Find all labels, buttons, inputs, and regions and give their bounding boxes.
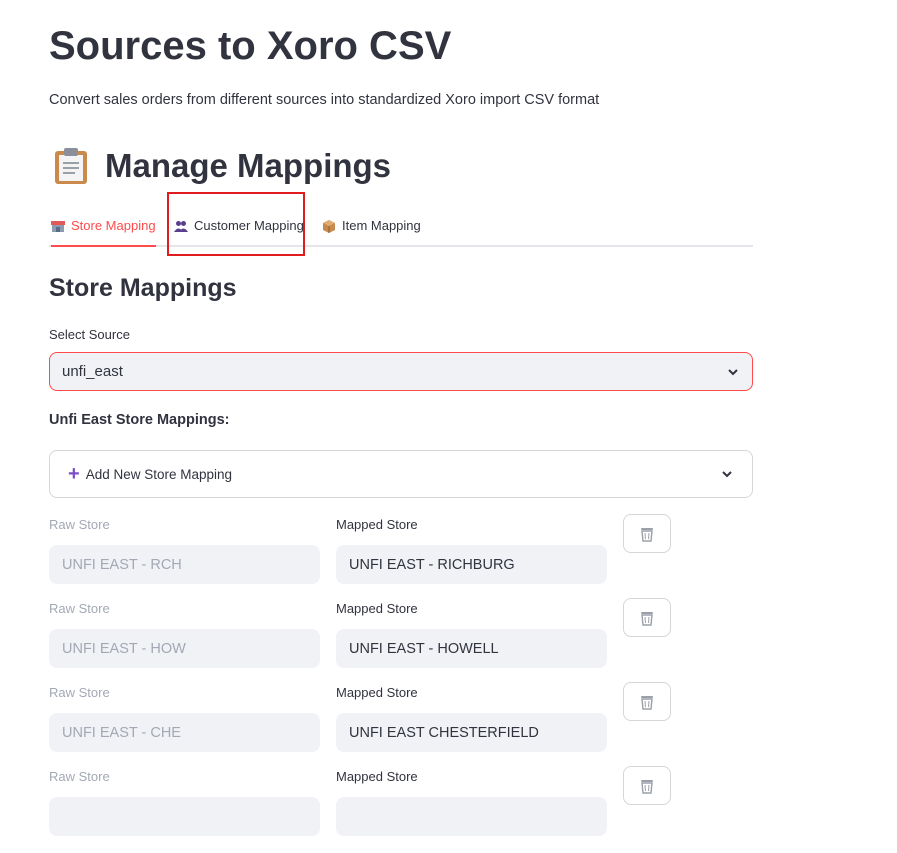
mapped-store-input[interactable]: UNFI EAST - HOWELL <box>336 629 607 668</box>
people-icon <box>174 220 188 232</box>
raw-store-label: Raw Store <box>49 685 110 700</box>
mapped-store-label: Mapped Store <box>336 601 418 616</box>
mapped-store-input[interactable]: UNFI EAST - RICHBURG <box>336 545 607 584</box>
delete-button[interactable] <box>623 682 671 721</box>
select-source-label: Select Source <box>49 327 130 342</box>
tab-label: Store Mapping <box>71 218 156 233</box>
chevron-down-icon <box>722 471 732 478</box>
mapping-row: Raw Store Mapped Store UNFI EAST - HOW U… <box>0 598 897 685</box>
mapped-store-label: Mapped Store <box>336 517 418 532</box>
mapping-row: Raw Store Mapped Store UNFI EAST - RCH U… <box>0 514 897 601</box>
expander-label: Add New Store Mapping <box>85 466 233 482</box>
clipboard-icon <box>55 148 87 184</box>
section-title: Manage Mappings <box>105 147 392 184</box>
chevron-down-icon <box>728 368 738 375</box>
store-icon <box>51 220 65 232</box>
mapping-row: Raw Store Mapped Store UNFI EAST - CHE U… <box>0 682 897 769</box>
delete-button[interactable] <box>623 598 671 637</box>
page-subtitle: Convert sales orders from different sour… <box>49 92 600 108</box>
wastebasket-icon <box>641 527 653 542</box>
page-title: Sources to Xoro CSV <box>49 24 452 68</box>
tab-label: Customer Mapping <box>194 218 304 233</box>
wastebasket-icon <box>641 611 653 626</box>
raw-store-label: Raw Store <box>49 769 110 784</box>
raw-store-input: UNFI EAST - HOW <box>49 629 320 668</box>
mapped-store-label: Mapped Store <box>336 769 418 784</box>
raw-store-input: UNFI EAST - CHE <box>49 713 320 752</box>
add-new-store-mapping-expander[interactable]: + Add New Store Mapping <box>49 450 753 498</box>
package-icon <box>323 219 335 233</box>
source-select-value: unfi_east <box>62 363 123 380</box>
store-mappings-title: Store Mappings <box>49 274 237 302</box>
mapped-store-input[interactable]: UNFI EAST CHESTERFIELD <box>336 713 607 752</box>
delete-button[interactable] <box>623 766 671 805</box>
mapping-row: Raw Store Mapped Store <box>0 766 897 853</box>
mapped-store-label: Mapped Store <box>336 685 418 700</box>
tab-label: Item Mapping <box>342 218 421 233</box>
raw-store-input: UNFI EAST - RCH <box>49 545 320 584</box>
wastebasket-icon <box>641 695 653 710</box>
plus-icon: + <box>68 463 80 485</box>
source-select[interactable]: unfi_east <box>49 352 753 391</box>
delete-button[interactable] <box>623 514 671 553</box>
tab-customer-mapping[interactable]: Customer Mapping <box>174 206 304 245</box>
raw-store-label: Raw Store <box>49 517 110 532</box>
wastebasket-icon <box>641 779 653 794</box>
store-mappings-subheading: Unfi East Store Mappings: <box>49 412 230 428</box>
tab-store-mapping[interactable]: Store Mapping <box>51 206 156 247</box>
tab-bar: Store Mapping Customer Mapping Item Mapp… <box>49 206 753 247</box>
raw-store-label: Raw Store <box>49 601 110 616</box>
tab-item-mapping[interactable]: Item Mapping <box>322 206 421 245</box>
section-header: Manage Mappings <box>54 144 391 188</box>
